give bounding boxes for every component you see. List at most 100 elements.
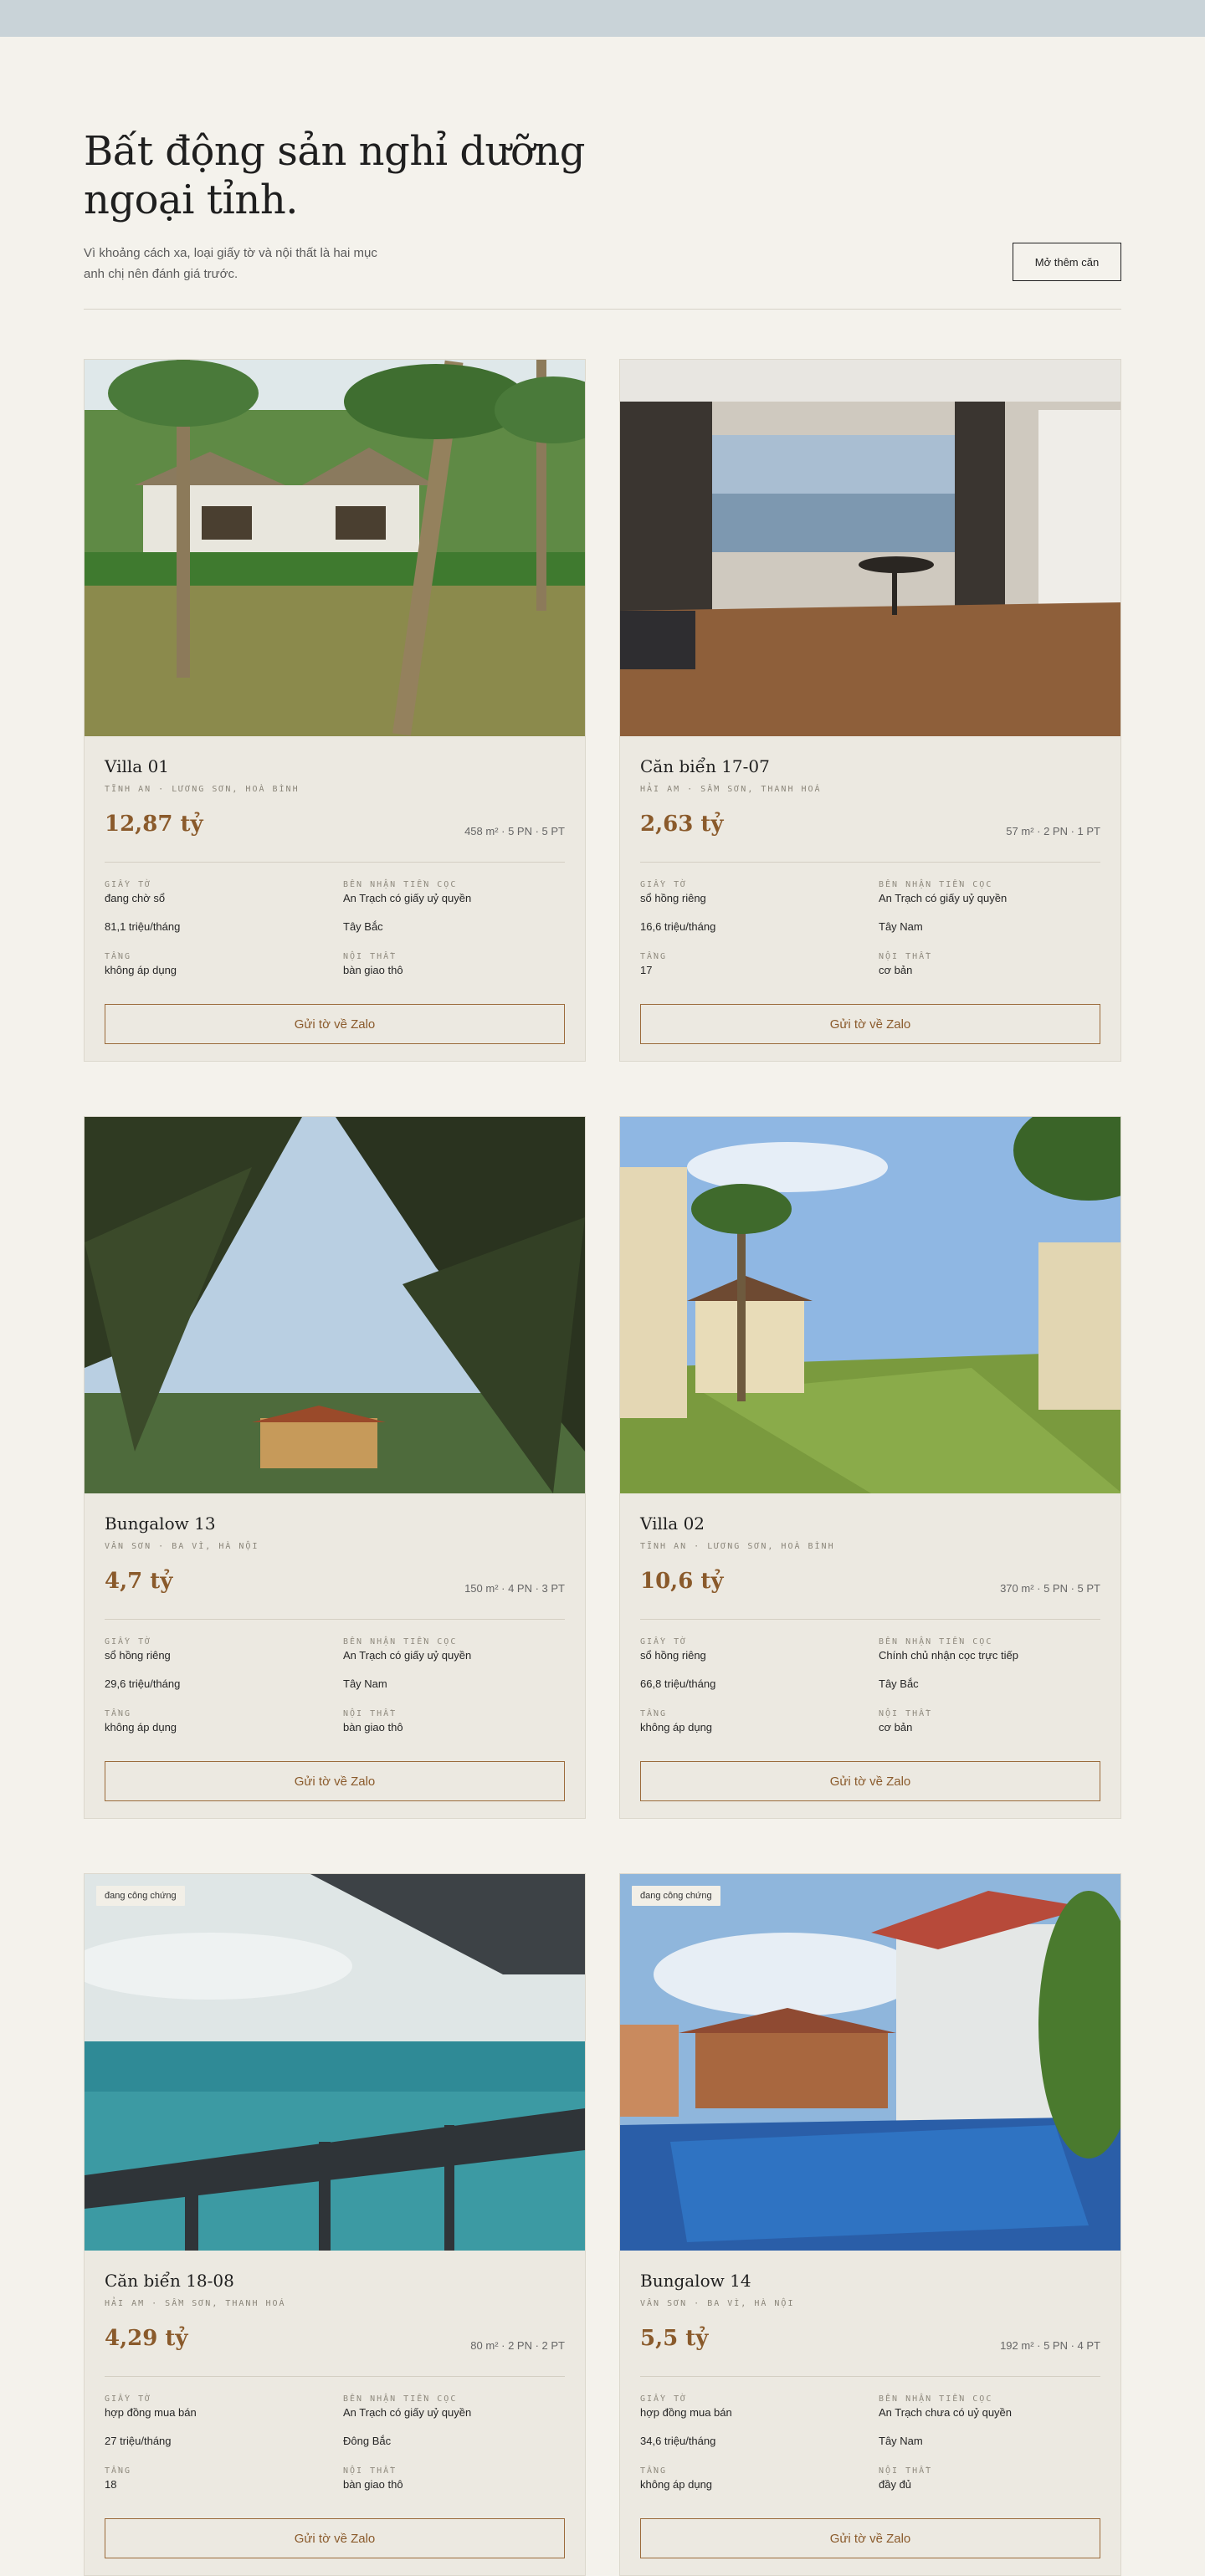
listing-location: TĨNH AN · LƯƠNG SƠN, HOÀ BÌNH xyxy=(640,1542,835,1551)
listing-name: Căn biển 18-08 xyxy=(105,2271,234,2291)
listing-name: Villa 01 xyxy=(105,756,170,776)
listing-card[interactable]: Villa 01 TĨNH AN · LƯƠNG SƠN, HOÀ BÌNH 12,… xyxy=(84,359,586,1062)
listing-card[interactable]: đang công chứng Bungalow 14 VÂN SƠN · BA V… xyxy=(619,1873,1121,2576)
listing-photo[interactable] xyxy=(85,1117,585,1493)
furniture-value: bàn giao thô xyxy=(343,964,403,976)
listing-location: HẢI AM · SẦM SƠN, THANH HOÁ xyxy=(640,785,822,794)
legal-value: hợp đồng mua bán xyxy=(105,2406,197,2419)
more-listings-button[interactable]: Mở thêm căn xyxy=(1013,243,1121,281)
listing-price: 4,29 tỷ xyxy=(105,2326,188,2351)
page-title-line2: ngoại tỉnh. xyxy=(84,177,299,223)
furniture-value: đầy đủ xyxy=(879,2478,912,2491)
legal-label: GIẤY TỜ xyxy=(105,2394,152,2404)
legal-value: đang chờ sổ xyxy=(105,892,166,904)
legal-value: sổ hồng riêng xyxy=(640,892,706,904)
direction-value: Tây Nam xyxy=(879,2435,923,2447)
direction-value: Tây Bắc xyxy=(879,1677,919,1690)
floor-value: không áp dụng xyxy=(640,2478,713,2491)
furniture-label: NỘI THẤT xyxy=(343,1709,397,1718)
page-subtitle: Vì khoảng cách xa, loại giấy tờ và nội t… xyxy=(84,243,435,284)
monthly-fee: 81,1 triệu/tháng xyxy=(105,920,181,933)
floor-value: không áp dụng xyxy=(105,1721,177,1734)
legal-label: GIẤY TỜ xyxy=(640,2394,688,2404)
status-badge: đang công chứng xyxy=(96,1886,185,1906)
listing-specs: 80 m² · 2 PN · 2 PT xyxy=(470,2339,565,2352)
listing-card[interactable]: Căn biển 17-07 HẢI AM · SẦM SƠN, THANH HO… xyxy=(619,359,1121,1062)
floor-value: không áp dụng xyxy=(640,1721,713,1734)
listing-name: Villa 02 xyxy=(640,1513,705,1534)
monthly-fee: 66,8 triệu/tháng xyxy=(640,1677,716,1690)
furniture-value: bàn giao thô xyxy=(343,2478,403,2491)
floor-value: không áp dụng xyxy=(105,964,177,976)
listing-location: TĨNH AN · LƯƠNG SƠN, HOÀ BÌNH xyxy=(105,785,300,794)
listing-specs: 458 m² · 5 PN · 5 PT xyxy=(464,825,565,837)
deposit-label: BÊN NHẬN TIỀN CỌC xyxy=(879,1637,993,1646)
listing-specs: 150 m² · 4 PN · 3 PT xyxy=(464,1582,565,1595)
card-divider xyxy=(640,1619,1100,1620)
listing-name: Bungalow 14 xyxy=(640,2271,751,2291)
listing-specs: 57 m² · 2 PN · 1 PT xyxy=(1006,825,1100,837)
status-badge: đang công chứng xyxy=(632,1886,720,1906)
direction-value: Tây Nam xyxy=(879,920,923,933)
page-subtitle-line2: anh chị nên đánh giá trước. xyxy=(84,267,238,281)
listing-name: Bungalow 13 xyxy=(105,1513,216,1534)
legal-value: hợp đồng mua bán xyxy=(640,2406,732,2419)
listing-card[interactable]: đang công chứng Căn biển 18-08 HẢI AM · SẦ… xyxy=(84,1873,586,2576)
legal-value: sổ hồng riêng xyxy=(105,1649,171,1662)
send-zalo-button[interactable]: Gửi tờ về Zalo xyxy=(640,1761,1100,1801)
floor-value: 17 xyxy=(640,964,653,976)
page-subtitle-line1: Vì khoảng cách xa, loại giấy tờ và nội t… xyxy=(84,246,377,260)
card-divider xyxy=(105,862,565,863)
furniture-label: NỘI THẤT xyxy=(343,952,397,961)
listing-price: 4,7 tỷ xyxy=(105,1569,173,1594)
page-title-line1: Bất động sản nghỉ dưỡng xyxy=(84,128,586,175)
deposit-value: An Trạch có giấy uỷ quyền xyxy=(343,1649,472,1662)
header-divider xyxy=(84,309,1121,310)
direction-value: Tây Bắc xyxy=(343,920,383,933)
listing-photo[interactable] xyxy=(620,1117,1120,1493)
monthly-fee: 29,6 triệu/tháng xyxy=(105,1677,181,1690)
monthly-fee: 34,6 triệu/tháng xyxy=(640,2435,716,2447)
card-divider xyxy=(105,1619,565,1620)
send-zalo-button[interactable]: Gửi tờ về Zalo xyxy=(640,1004,1100,1044)
furniture-label: NỘI THẤT xyxy=(879,952,933,961)
deposit-value: An Trạch chưa có uỷ quyền xyxy=(879,2406,1013,2419)
send-zalo-button[interactable]: Gửi tờ về Zalo xyxy=(105,1761,565,1801)
listing-photo[interactable] xyxy=(85,1874,585,2251)
listing-card[interactable]: Villa 02 TĨNH AN · LƯƠNG SƠN, HOÀ BÌNH 10,… xyxy=(619,1116,1121,1819)
listing-price: 5,5 tỷ xyxy=(640,2326,709,2351)
listing-price: 2,63 tỷ xyxy=(640,812,724,837)
listing-photo[interactable] xyxy=(85,360,585,736)
listing-card[interactable]: Bungalow 13 VÂN SƠN · BA VÌ, HÀ NỘI 4,7 tỷ… xyxy=(84,1116,586,1819)
card-divider xyxy=(640,862,1100,863)
top-banner xyxy=(0,0,1205,37)
listing-specs: 370 m² · 5 PN · 5 PT xyxy=(1000,1582,1100,1595)
furniture-label: NỘI THẤT xyxy=(879,1709,933,1718)
legal-label: GIẤY TỜ xyxy=(105,1637,152,1646)
floor-value: 18 xyxy=(105,2478,117,2491)
deposit-value: An Trạch có giấy uỷ quyền xyxy=(343,2406,472,2419)
listing-name: Căn biển 17-07 xyxy=(640,756,770,776)
listing-photo[interactable] xyxy=(620,360,1120,736)
send-zalo-button[interactable]: Gửi tờ về Zalo xyxy=(105,2518,565,2558)
legal-label: GIẤY TỜ xyxy=(640,880,688,889)
floor-label: TẦNG xyxy=(105,1709,132,1718)
furniture-value: bàn giao thô xyxy=(343,1721,403,1734)
send-zalo-button[interactable]: Gửi tờ về Zalo xyxy=(105,1004,565,1044)
monthly-fee: 27 triệu/tháng xyxy=(105,2435,172,2447)
direction-value: Đông Bắc xyxy=(343,2435,392,2447)
send-zalo-button[interactable]: Gửi tờ về Zalo xyxy=(640,2518,1100,2558)
listing-photo[interactable] xyxy=(620,1874,1120,2251)
furniture-label: NỘI THẤT xyxy=(879,2466,933,2476)
page-title: Bất động sản nghỉ dưỡng ngoại tỉnh. xyxy=(84,127,602,224)
deposit-label: BÊN NHẬN TIỀN CỌC xyxy=(343,880,458,889)
floor-label: TẦNG xyxy=(640,2466,668,2476)
direction-value: Tây Nam xyxy=(343,1677,387,1690)
deposit-label: BÊN NHẬN TIỀN CỌC xyxy=(879,880,993,889)
furniture-value: cơ bản xyxy=(879,964,913,976)
deposit-label: BÊN NHẬN TIỀN CỌC xyxy=(343,1637,458,1646)
floor-label: TẦNG xyxy=(105,2466,132,2476)
listing-location: HẢI AM · SẦM SƠN, THANH HOÁ xyxy=(105,2299,286,2308)
card-divider xyxy=(640,2376,1100,2377)
floor-label: TẦNG xyxy=(640,1709,668,1718)
